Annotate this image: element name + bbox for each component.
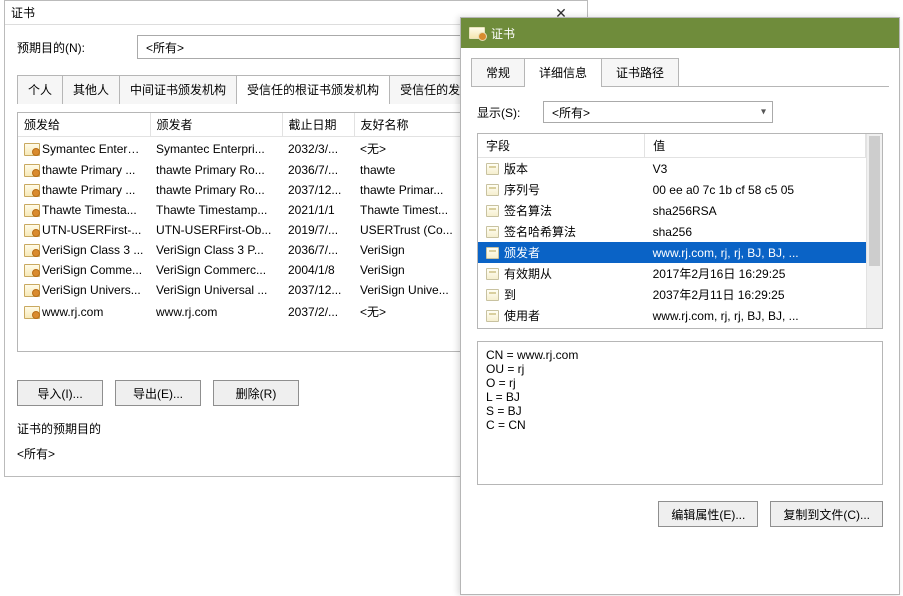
field-icon <box>486 289 499 301</box>
certificate-icon <box>24 224 38 235</box>
tab-trusted-root-ca[interactable]: 受信任的根证书颁发机构 <box>236 75 390 104</box>
certificate-icon <box>24 184 38 195</box>
field-row[interactable]: 到2037年2月11日 16:29:25 <box>478 284 866 305</box>
field-row[interactable]: 颁发者www.rj.com, rj, rj, BJ, BJ, ... <box>478 242 866 263</box>
certificate-icon <box>24 264 38 275</box>
window-title: 证书 <box>11 4 35 21</box>
copy-to-file-button[interactable]: 复制到文件(C)... <box>770 501 883 527</box>
field-icon <box>486 310 499 322</box>
col-issued-by[interactable]: 颁发者 <box>150 113 282 137</box>
purpose-value: <所有> <box>146 39 184 56</box>
field-row[interactable]: 版本V3 <box>478 158 866 180</box>
col-issued-to[interactable]: 颁发给 <box>18 113 150 137</box>
field-value-box[interactable]: CN = www.rj.com OU = rj O = rj L = BJ S … <box>477 341 883 485</box>
fields-list[interactable]: 字段 值 版本V3序列号00 ee a0 7c 1b cf 58 c5 05签名… <box>477 133 883 329</box>
field-icon <box>486 205 499 217</box>
field-row[interactable]: 签名哈希算法sha256 <box>478 221 866 242</box>
certificate-icon <box>24 306 38 317</box>
tab-personal[interactable]: 个人 <box>17 75 63 104</box>
show-value: <所有> <box>552 104 590 121</box>
chevron-down-icon: ▾ <box>761 107 766 118</box>
tab-intermediate-ca[interactable]: 中间证书颁发机构 <box>119 75 237 104</box>
show-label: 显示(S): <box>477 104 543 121</box>
details-tabs: 常规 详细信息 证书路径 <box>461 58 899 87</box>
cert-details-dialog: 证书 常规 详细信息 证书路径 显示(S): <所有> ▾ 字段 值 <box>460 17 900 595</box>
field-icon <box>486 226 499 238</box>
delete-button[interactable]: 删除(R) <box>213 380 299 406</box>
field-icon <box>486 247 499 259</box>
edit-properties-button[interactable]: 编辑属性(E)... <box>658 501 758 527</box>
field-icon <box>486 184 499 196</box>
certificate-icon <box>24 143 38 154</box>
field-row[interactable]: 有效期从2017年2月16日 16:29:25 <box>478 263 866 284</box>
show-combo[interactable]: <所有> ▾ <box>543 101 773 123</box>
field-icon <box>486 163 499 175</box>
tab-cert-path[interactable]: 证书路径 <box>601 58 679 87</box>
titlebar-right[interactable]: 证书 <box>461 18 899 48</box>
col-field[interactable]: 字段 <box>478 134 645 158</box>
field-row[interactable]: 序列号00 ee a0 7c 1b cf 58 c5 05 <box>478 179 866 200</box>
certificate-icon <box>24 244 38 255</box>
field-row[interactable]: 签名算法sha256RSA <box>478 200 866 221</box>
tab-general[interactable]: 常规 <box>471 58 525 87</box>
tab-details[interactable]: 详细信息 <box>524 58 602 87</box>
certificate-icon <box>469 27 485 39</box>
field-row[interactable]: 使用者www.rj.com, rj, rj, BJ, BJ, ... <box>478 305 866 326</box>
export-button[interactable]: 导出(E)... <box>115 380 201 406</box>
certificate-icon <box>24 204 38 215</box>
col-expire[interactable]: 截止日期 <box>282 113 354 137</box>
col-value[interactable]: 值 <box>645 134 866 158</box>
fields-scrollbar[interactable] <box>866 134 882 328</box>
field-row[interactable]: 公钥RSA (2048 Bits) <box>478 326 866 329</box>
purpose-label: 预期目的(N): <box>17 39 137 56</box>
field-icon <box>486 268 499 280</box>
tab-others[interactable]: 其他人 <box>62 75 120 104</box>
scrollbar-thumb[interactable] <box>869 136 880 266</box>
certificate-icon <box>24 164 38 175</box>
window-title: 证书 <box>491 25 515 42</box>
import-button[interactable]: 导入(I)... <box>17 380 103 406</box>
certificate-icon <box>24 284 38 295</box>
